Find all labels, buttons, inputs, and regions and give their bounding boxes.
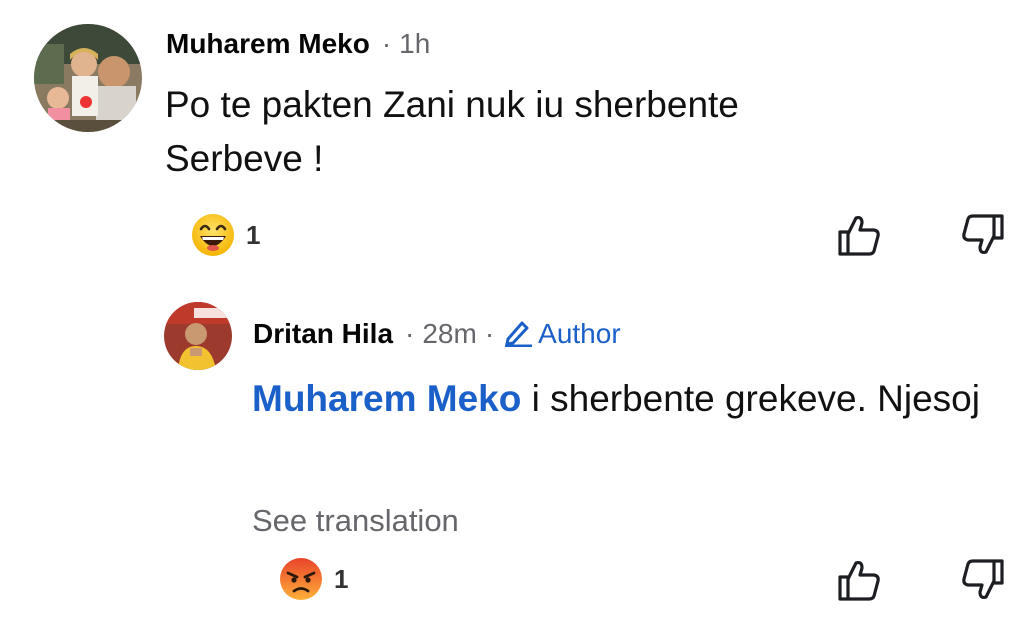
reaction-count: 1 — [246, 219, 261, 250]
pencil-icon — [505, 321, 533, 347]
author-badge-label: Author — [538, 318, 621, 349]
comment-author-name[interactable]: Muharem Meko — [166, 28, 370, 60]
comment-timestamp[interactable]: 1h — [399, 28, 430, 60]
thumbs-up-icon — [838, 560, 880, 601]
downvote-button[interactable] — [958, 210, 1008, 260]
comment-reaction-summary[interactable]: 1 — [190, 212, 260, 258]
avatar-photo — [164, 302, 232, 370]
reply-text-block: Muharem Meko i sherbente grekeve. Njesoj — [252, 372, 992, 426]
upvote-button[interactable] — [834, 210, 884, 260]
reply-text: i sherbente grekeve. Njesoj — [521, 378, 980, 419]
grinning-squint-icon — [192, 214, 234, 256]
angry-face-icon — [280, 558, 322, 600]
mention-link[interactable]: Muharem Meko — [252, 378, 521, 419]
reply-author-name[interactable]: Dritan Hila — [253, 318, 393, 350]
avatar-dritan-hila[interactable] — [164, 302, 232, 370]
meta-separator: · — [405, 318, 415, 349]
reply-reaction-summary[interactable]: 1 — [278, 556, 348, 602]
thumbs-down-icon — [962, 559, 1004, 600]
avatar-muharem-meko[interactable] — [34, 24, 142, 132]
reply-timestamp[interactable]: 28m — [422, 318, 476, 350]
avatar-photo — [34, 24, 142, 132]
thumbs-down-icon — [962, 214, 1004, 255]
thumbs-up-icon — [838, 215, 880, 256]
reaction-count: 1 — [334, 563, 349, 594]
author-badge: Author — [502, 313, 621, 350]
meta-separator: · — [381, 28, 392, 59]
comment-text: Po te pakten Zani nuk iu sherbente Serbe… — [165, 84, 739, 179]
meta-separator: · — [484, 318, 495, 349]
see-translation-link[interactable]: See translation — [252, 503, 459, 539]
downvote-button[interactable] — [958, 555, 1008, 605]
upvote-button[interactable] — [834, 555, 884, 605]
